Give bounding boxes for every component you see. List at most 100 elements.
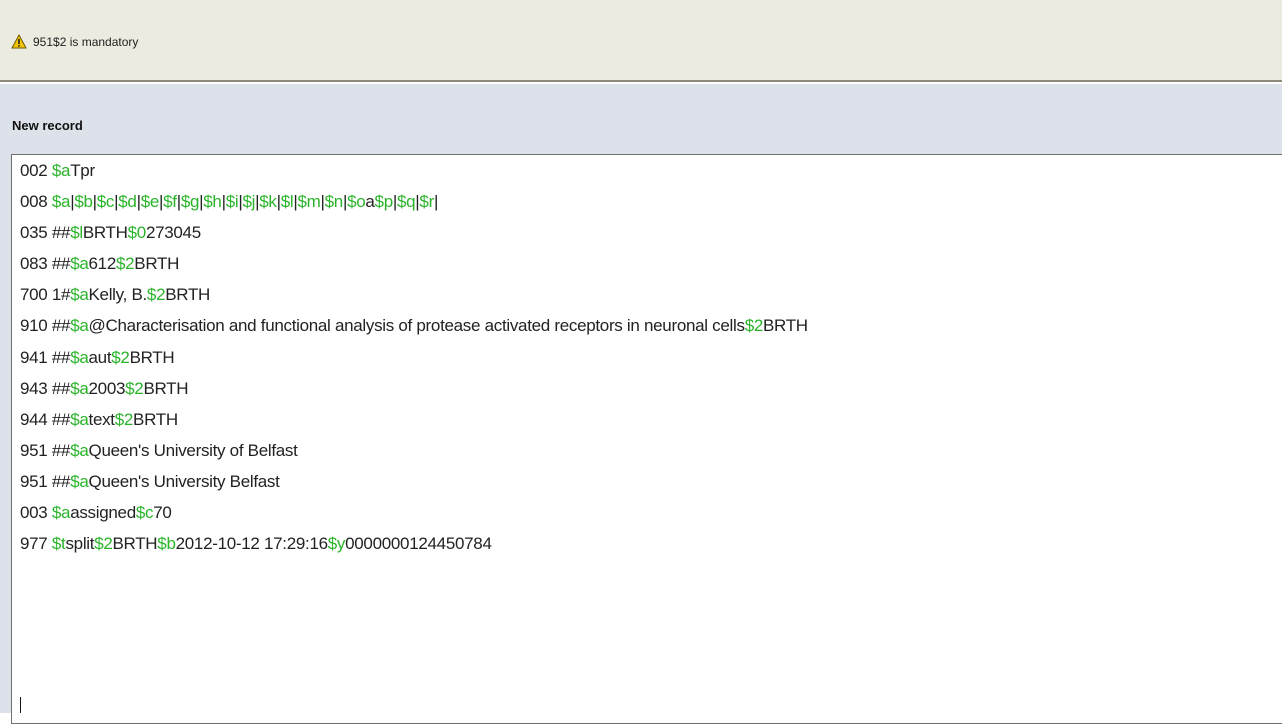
warning-icon [11, 33, 27, 49]
record-line: 035 ##$lBRTH$0273045 [20, 224, 1282, 255]
record-text: 951 ## [20, 440, 71, 460]
record-text: 943 ## [20, 378, 71, 398]
subfield-code: $2 [146, 285, 166, 305]
record-text: 700 1# [20, 285, 71, 305]
subfield-code: $a [51, 161, 71, 180]
record-text: 941 ## [20, 347, 71, 367]
subfield-code: $2 [111, 347, 130, 367]
record-text: split [65, 534, 95, 554]
subfield-code: $j [242, 192, 256, 212]
subfield-code: $t [51, 534, 66, 554]
record-editor[interactable]: 002 $aTpr 008 $a|$b|$c|$d|$e|$f|$g|$h|$i|… [11, 154, 1282, 724]
subfield-code: $l [70, 223, 83, 243]
subfield-code: $a [70, 378, 89, 398]
subfield-code: $a [70, 285, 89, 305]
subfield-code: $0 [127, 223, 147, 243]
record-text: 083 ## [20, 254, 71, 274]
record-text: assigned [70, 503, 136, 523]
subfield-code: $d [118, 192, 137, 212]
record-text: 0000000124450784 [345, 534, 492, 554]
record-text: a [365, 192, 375, 212]
record-text: text [88, 409, 116, 429]
record-text: 944 ## [20, 409, 71, 429]
record-line: 951 ##$aQueen's University Belfast [20, 471, 1282, 504]
text-caret [20, 697, 21, 713]
record-text: 008 [20, 192, 52, 212]
subfield-code: $g [180, 192, 200, 212]
subfield-code: $h [203, 192, 222, 212]
warning-message-row: 951$2 is mandatory [11, 33, 139, 49]
record-line: 003 $aassigned$c70 [20, 504, 1282, 535]
record-text: Queen's University of Belfast [88, 440, 298, 460]
subfield-code: $r [419, 192, 434, 212]
record-text: @Characterisation and functional analysi… [88, 316, 745, 336]
record-text: Tpr [70, 161, 95, 180]
record-line: 943 ##$a2003$2BRTH [20, 378, 1282, 411]
record-text: BRTH [133, 409, 178, 429]
subfield-code: $2 [744, 316, 764, 336]
subfield-code: $k [259, 192, 277, 212]
warning-text: 951$2 is mandatory [33, 34, 139, 49]
record-text: BRTH [134, 254, 180, 274]
subfield-code: $a [51, 192, 71, 212]
record-line: 002 $aTpr [20, 162, 1282, 193]
subfield-code: $e [140, 192, 160, 212]
record-line: 910 ##$a@Characterisation and functional… [20, 317, 1282, 348]
record-text: 2003 [88, 378, 126, 398]
record-text: 910 ## [20, 316, 71, 336]
subfield-code: $2 [125, 378, 144, 398]
record-line: 700 1#$aKelly, B.$2BRTH [20, 286, 1282, 317]
subfield-code: $2 [114, 409, 134, 429]
subfield-code: $a [70, 316, 89, 336]
subfield-code: $a [70, 409, 89, 429]
record-text: 003 [20, 503, 52, 523]
subfield-code: $a [70, 254, 89, 274]
subfield-code: $2 [94, 534, 113, 554]
warning-bar: 951$2 is mandatory [0, 0, 1282, 82]
record-text: BRTH [165, 285, 211, 305]
subfield-code: $b [157, 534, 176, 554]
subfield-code: $b [74, 192, 93, 212]
subfield-code: $n [324, 192, 344, 212]
record-text: 2012-10-12 17:29:16 [175, 534, 328, 554]
record-text: aut [88, 347, 112, 367]
record-text: | [433, 192, 439, 212]
subfield-code: $a [70, 471, 89, 491]
record-text: 035 ## [20, 223, 71, 243]
subfield-code: $a [51, 503, 71, 523]
subfield-code: $y [327, 534, 346, 554]
subfield-code: $o [347, 192, 366, 212]
record-title: New record [12, 118, 83, 133]
record-text: BRTH [763, 316, 808, 336]
subfield-code: $a [70, 440, 89, 460]
subfield-code: $i [225, 192, 239, 212]
record-text: 002 [20, 161, 52, 180]
record-text: BRTH [82, 223, 128, 243]
subfield-code: $c [135, 503, 154, 523]
record-text: 70 [153, 503, 172, 523]
record-text: 273045 [145, 223, 201, 243]
record-text: 951 ## [20, 471, 71, 491]
record-line: 083 ##$a612$2BRTH [20, 255, 1282, 286]
record-line: 951 ##$aQueen's University of Belfast [20, 440, 1282, 473]
record-text: 612 [88, 254, 117, 274]
subfield-code: $c [96, 192, 115, 212]
record-lines: 002 $aTpr 008 $a|$b|$c|$d|$e|$f|$g|$h|$i|… [20, 162, 1282, 566]
record-line: 977 $tsplit$2BRTH$b2012-10-12 17:29:16$y… [20, 535, 1282, 566]
record-line: 941 ##$aaut$2BRTH [20, 347, 1282, 380]
subfield-code: $l [280, 192, 294, 212]
subfield-code: $m [297, 192, 321, 212]
record-text: 977 [20, 534, 52, 554]
subfield-code: $p [374, 192, 394, 212]
record-text: BRTH [112, 534, 158, 554]
subfield-code: $q [396, 192, 416, 212]
subfield-code: $f [163, 192, 177, 212]
record-text: Queen's University Belfast [88, 471, 280, 491]
subfield-code: $a [70, 347, 89, 367]
record-text: Kelly, B. [88, 285, 148, 305]
record-text: BRTH [129, 347, 175, 367]
subfield-code: $2 [115, 254, 135, 274]
record-text: BRTH [143, 378, 189, 398]
record-line: 944 ##$atext$2BRTH [20, 409, 1282, 442]
record-line: 008 $a|$b|$c|$d|$e|$f|$g|$h|$i|$j|$k|$l|… [20, 193, 1282, 224]
